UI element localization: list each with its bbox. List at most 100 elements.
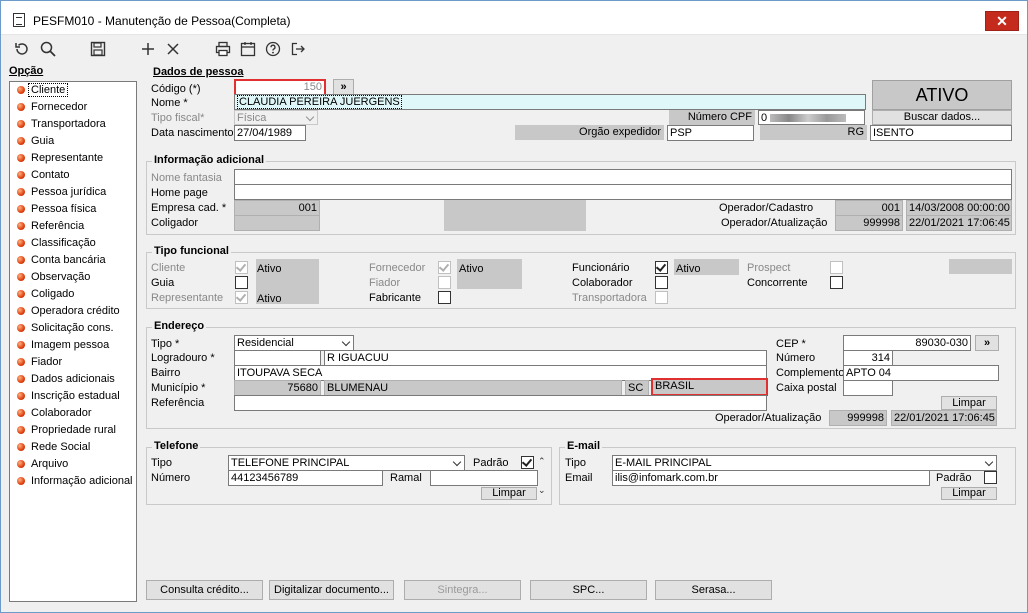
caixa-postal-input[interactable] <box>843 380 893 396</box>
cpf-input[interactable]: 0 <box>758 110 865 125</box>
cep-search-button[interactable]: » <box>975 335 999 351</box>
calendar-icon[interactable] <box>239 40 259 58</box>
sidebar-item-classificacao[interactable]: Classificação <box>10 235 136 252</box>
concorrente-checkbox[interactable] <box>830 276 843 289</box>
sidebar-item-observacao[interactable]: Observação <box>10 269 136 286</box>
concorrente-label: Concorrente <box>747 277 808 289</box>
sidebar-item-conta-bancaria[interactable]: Conta bancária <box>10 252 136 269</box>
sidebar-item-arquivo[interactable]: Arquivo <box>10 456 136 473</box>
email-padrao-checkbox[interactable] <box>984 471 997 484</box>
bullet-icon <box>17 477 25 485</box>
referencia-input[interactable] <box>234 395 767 411</box>
buscar-dados-button[interactable]: Buscar dados... <box>872 110 1012 125</box>
telefone-limpar-button[interactable]: Limpar <box>481 487 537 500</box>
chevron-down-icon[interactable]: ⌄ <box>538 485 546 496</box>
complemento-input[interactable]: APTO 04 <box>843 365 999 381</box>
sidebar-item-representante[interactable]: Representante <box>10 150 136 167</box>
data-nascimento-input[interactable]: 27/04/1989 <box>234 125 306 141</box>
guia-checkbox[interactable] <box>235 276 248 289</box>
ramal-input[interactable] <box>430 470 538 486</box>
tipo-fiscal-select[interactable]: Física <box>234 110 318 125</box>
sidebar-item-colaborador[interactable]: Colaborador <box>10 405 136 422</box>
sidebar-item-referencia[interactable]: Referência <box>10 218 136 235</box>
sidebar-item-pessoa-fisica[interactable]: Pessoa física <box>10 201 136 218</box>
sidebar-item-transportadora[interactable]: Transportadora <box>10 116 136 133</box>
tipo-fiscal-label: Tipo fiscal* <box>151 112 205 124</box>
chevron-up-icon[interactable]: ⌃ <box>538 456 546 467</box>
telefone-tipo-select[interactable]: TELEFONE PRINCIPAL <box>228 455 465 471</box>
logradouro-input[interactable]: R IGUACUU <box>324 350 767 366</box>
logradouro-type-input[interactable] <box>234 350 321 366</box>
telefone-numero-input[interactable]: 44123456789 <box>228 470 383 486</box>
representante-checkbox[interactable] <box>235 291 248 304</box>
nome-input[interactable]: CLAUDIA PEREIRA JUERGENS <box>234 94 866 110</box>
sidebar-item-dados-adicionais[interactable]: Dados adicionais <box>10 371 136 388</box>
coligador-input[interactable] <box>234 215 320 231</box>
sintegra-button[interactable]: Sintegra... <box>404 580 521 600</box>
operador-cadastro-code: 001 <box>835 200 903 216</box>
document-icon <box>13 13 25 27</box>
tipo-endereco-select[interactable]: Residencial <box>234 335 354 351</box>
delete-icon[interactable] <box>164 40 184 58</box>
colaborador-checkbox[interactable] <box>655 276 668 289</box>
exit-icon[interactable] <box>289 40 309 58</box>
operador-atualizacao-code: 999998 <box>835 215 903 231</box>
transportadora-checkbox[interactable] <box>655 291 668 304</box>
print-icon[interactable] <box>214 40 234 58</box>
digitalizar-documento-button[interactable]: Digitalizar documento... <box>269 580 394 600</box>
representante-status: Ativo <box>257 293 282 305</box>
endereco-label: Endereço <box>152 320 207 332</box>
close-button[interactable]: ✕ <box>985 11 1019 31</box>
municipio-code[interactable]: 75680 <box>234 380 321 396</box>
save-icon[interactable] <box>89 40 109 58</box>
sidebar-item-informacao-adicional[interactable]: Informação adicional <box>10 473 136 490</box>
empresa-cad-input[interactable]: 001 <box>234 200 320 216</box>
check-icon <box>438 261 450 272</box>
fiador-label: Fiador <box>369 277 401 289</box>
sidebar-item-pessoa-juridica[interactable]: Pessoa jurídica <box>10 184 136 201</box>
sidebar-item-propriedade-rural[interactable]: Propriedade rural <box>10 422 136 439</box>
ramal-label: Ramal <box>390 472 422 484</box>
orgao-expedidor-input[interactable]: PSP <box>667 125 754 141</box>
sidebar-item-fornecedor[interactable]: Fornecedor <box>10 99 136 116</box>
sidebar-item-inscricao-estadual[interactable]: Inscrição estadual <box>10 388 136 405</box>
bullet-icon <box>17 239 25 247</box>
nome-label: Nome * <box>151 97 188 109</box>
sidebar-item-fiador[interactable]: Fiador <box>10 354 136 371</box>
fiador-checkbox[interactable] <box>438 276 451 289</box>
telefone-padrao-label: Padrão <box>473 457 509 469</box>
telefone-padrao-checkbox[interactable] <box>521 456 534 469</box>
fabricante-checkbox[interactable] <box>438 291 451 304</box>
operador-atualizacao-label: Operador/Atualização <box>721 217 828 229</box>
nome-fantasia-input[interactable] <box>234 169 1012 185</box>
funcionario-checkbox[interactable] <box>655 261 668 274</box>
cliente-checkbox[interactable] <box>235 261 248 274</box>
email-input[interactable]: ilis@infomark.com.br <box>612 470 930 486</box>
sidebar-item-solicitacao-cons[interactable]: Solicitação cons. <box>10 320 136 337</box>
numero-input[interactable]: 314 <box>843 350 893 366</box>
refresh-icon[interactable] <box>13 40 33 58</box>
sidebar-item-guia[interactable]: Guia <box>10 133 136 150</box>
sidebar-item-imagem-pessoa[interactable]: Imagem pessoa <box>10 337 136 354</box>
email-tipo-select[interactable]: E-MAIL PRINCIPAL <box>612 455 997 471</box>
home-page-input[interactable] <box>234 184 1012 200</box>
search-icon[interactable] <box>39 40 59 58</box>
endereco-limpar-button[interactable]: Limpar <box>941 396 997 410</box>
add-icon[interactable] <box>139 40 159 58</box>
sidebar-item-coligado[interactable]: Coligado <box>10 286 136 303</box>
email-limpar-button[interactable]: Limpar <box>941 487 997 500</box>
help-icon[interactable] <box>264 40 284 58</box>
fornecedor-checkbox[interactable] <box>438 261 451 274</box>
cep-input[interactable]: 89030-030 <box>843 335 971 351</box>
sidebar-item-rede-social[interactable]: Rede Social <box>10 439 136 456</box>
sidebar-item-cliente[interactable]: Cliente <box>10 82 136 99</box>
spc-button[interactable]: SPC... <box>530 580 647 600</box>
rg-input[interactable]: ISENTO <box>870 125 1012 141</box>
prospect-checkbox[interactable] <box>830 261 843 274</box>
codigo-label: Código (*) <box>151 83 201 95</box>
serasa-button[interactable]: Serasa... <box>655 580 772 600</box>
consulta-credito-button[interactable]: Consulta crédito... <box>146 580 263 600</box>
sidebar-item-contato[interactable]: Contato <box>10 167 136 184</box>
email-group-label: E-mail <box>565 440 603 452</box>
sidebar-item-operadora-credito[interactable]: Operadora crédito <box>10 303 136 320</box>
